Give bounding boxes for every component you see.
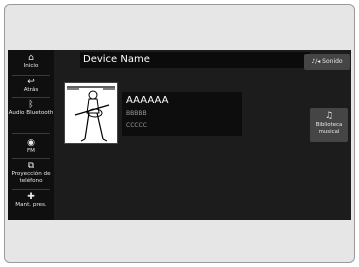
add-icon: ✚	[27, 192, 35, 202]
radio-icon: ◉	[27, 138, 35, 148]
sidebar-item-label: FM	[26, 148, 36, 154]
album-art	[64, 82, 118, 144]
sidebar-item-back[interactable]: ↩ Atrás	[8, 77, 54, 94]
track-title: AAAAAA	[126, 95, 169, 106]
sidebar-item-preset-hold[interactable]: ✚ Mant. pres.	[8, 192, 54, 209]
music-source-icon: ♪/◂	[311, 58, 321, 65]
sidebar-item-bluetooth-audio[interactable]: ᛒ Audio Bluetooth	[8, 100, 54, 117]
source-button-label: Sonido	[322, 58, 343, 65]
sidebar-item-label: Proyección de teléfono	[11, 171, 51, 184]
track-album: CCCCC	[126, 122, 147, 129]
device-name-title: Device Name	[80, 52, 310, 68]
divider	[12, 75, 50, 76]
phone-projection-icon: ⧉	[27, 161, 35, 171]
sidebar-item-label: Inicio	[23, 63, 39, 69]
sidebar-item-home[interactable]: ⌂ Inicio	[8, 53, 54, 70]
bluetooth-icon: ᛒ	[28, 100, 34, 110]
home-icon: ⌂	[28, 53, 34, 63]
sidebar: ⌂ Inicio ↩ Atrás ᛒ Audio Bluetooth ◉ FM …	[8, 50, 54, 220]
track-info-panel: AAAAAA BBBBB CCCCC	[122, 92, 242, 136]
music-library-label: Biblioteca musical	[315, 122, 343, 135]
music-library-icon: ♫	[324, 111, 334, 121]
sidebar-item-fm[interactable]: ◉ FM	[8, 138, 54, 155]
back-icon: ↩	[27, 77, 35, 87]
divider	[12, 158, 50, 159]
divider	[12, 189, 50, 190]
track-artist: BBBBB	[126, 110, 147, 117]
divider	[12, 133, 50, 134]
infotainment-screen: ⌂ Inicio ↩ Atrás ᛒ Audio Bluetooth ◉ FM …	[8, 50, 351, 220]
music-library-button[interactable]: ♫ Biblioteca musical	[310, 108, 348, 142]
sidebar-item-label: Audio Bluetooth	[8, 110, 54, 116]
divider	[12, 97, 50, 98]
source-sound-button[interactable]: ♪/◂ Sonido	[304, 54, 350, 70]
sidebar-item-label: Atrás	[23, 87, 39, 93]
sidebar-item-phone-projection[interactable]: ⧉ Proyección de teléfono	[8, 161, 54, 185]
sidebar-item-label: Mant. pres.	[15, 202, 47, 208]
guitarist-illustration	[67, 86, 115, 142]
